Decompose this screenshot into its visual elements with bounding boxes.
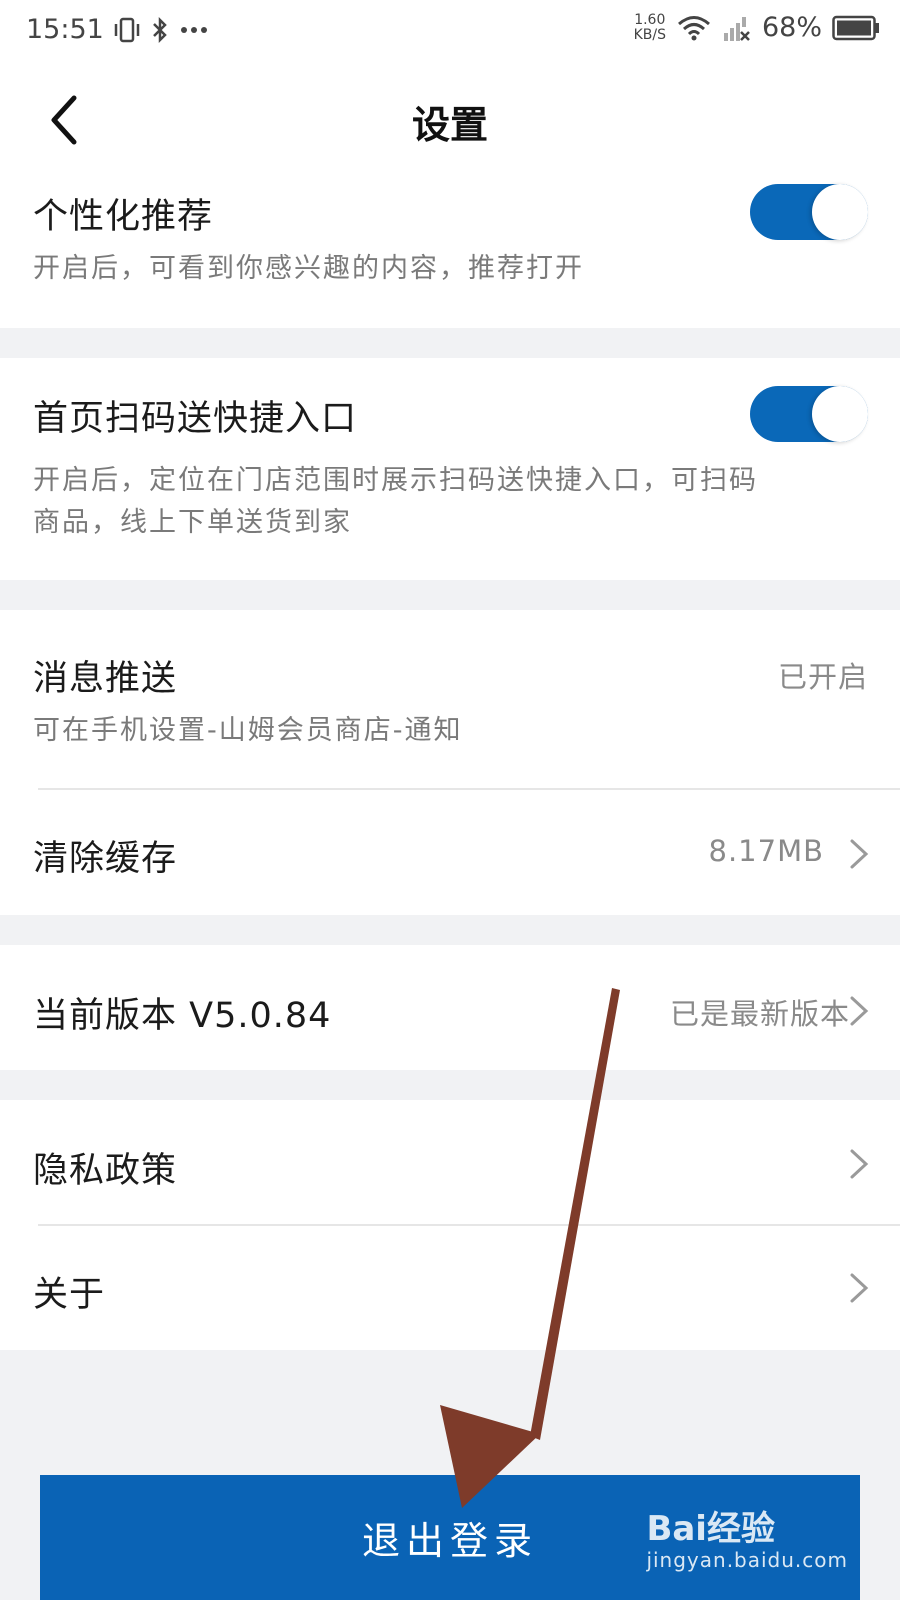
setting-current-version[interactable]: 当前版本 V5.0.84 已是最新版本 bbox=[0, 945, 900, 1070]
signal-off-icon bbox=[723, 16, 750, 41]
version-status: 已是最新版本 bbox=[669, 997, 850, 1031]
network-speed-unit: KB/S bbox=[633, 26, 666, 43]
cache-size: 8.17MB bbox=[708, 834, 824, 868]
setting-message-push[interactable]: 消息推送 可在手机设置-山姆会员商店-通知 已开启 bbox=[0, 610, 900, 788]
page-title: 设置 bbox=[411, 103, 488, 147]
settings-group-legal: 隐私政策 关于 bbox=[0, 1100, 900, 1350]
setting-about[interactable]: 关于 bbox=[0, 1226, 900, 1350]
scan-shortcut-description-line2: 商品，线上下单送货到家 bbox=[33, 507, 352, 538]
battery-percent: 68% bbox=[761, 12, 822, 43]
scan-shortcut-description-line1: 开启后，定位在门店范围时展示扫码送快捷入口，可扫码 bbox=[33, 465, 758, 496]
status-time: 15:51 bbox=[26, 14, 104, 45]
personalized-toggle[interactable] bbox=[750, 184, 868, 240]
chevron-right-icon bbox=[850, 1149, 869, 1179]
clear-cache-title: 清除缓存 bbox=[33, 839, 178, 879]
about-title: 关于 bbox=[33, 1275, 106, 1315]
setting-clear-cache[interactable]: 清除缓存 8.17MB bbox=[0, 790, 900, 915]
toggle-knob bbox=[812, 184, 868, 240]
message-push-title: 消息推送 bbox=[33, 659, 178, 699]
status-right: 1.60 KB/S 68% bbox=[634, 12, 880, 43]
setting-personalized-recommendation: 个性化推荐 开启后，可看到你感兴趣的内容，推荐打开 bbox=[0, 174, 900, 328]
message-push-description: 可在手机设置-山姆会员商店-通知 bbox=[33, 715, 463, 746]
network-speed: 1.60 KB/S bbox=[633, 11, 666, 43]
setting-privacy-policy[interactable]: 隐私政策 bbox=[0, 1100, 900, 1224]
scan-shortcut-title: 首页扫码送快捷入口 bbox=[33, 399, 358, 439]
chevron-right-icon bbox=[850, 1273, 869, 1303]
version-title: 当前版本 V5.0.84 bbox=[33, 996, 332, 1036]
status-bar: 15:51 1.60 KB/S 68% bbox=[0, 0, 900, 64]
vibrate-icon bbox=[114, 17, 140, 42]
chevron-right-icon bbox=[850, 839, 869, 869]
toggle-knob bbox=[812, 386, 868, 442]
settings-group-notifications: 消息推送 可在手机设置-山姆会员商店-通知 已开启 清除缓存 8.17MB bbox=[0, 610, 900, 915]
scan-shortcut-toggle[interactable] bbox=[750, 386, 868, 442]
network-speed-value: 1.60 bbox=[634, 11, 666, 28]
status-left: 15:51 bbox=[26, 14, 208, 45]
personalized-title: 个性化推荐 bbox=[33, 197, 214, 237]
logout-label: 退出登录 bbox=[361, 1519, 538, 1563]
baidu-jingyan-watermark: Bai经验 jingyan.baidu.com bbox=[646, 1510, 848, 1572]
bluetooth-icon bbox=[152, 16, 167, 43]
watermark-url: jingyan.baidu.com bbox=[646, 1548, 848, 1572]
watermark-brand: Bai经验 bbox=[646, 1509, 775, 1549]
setting-scan-shortcut: 首页扫码送快捷入口 开启后，定位在门店范围时展示扫码送快捷入口，可扫码 商品，线… bbox=[0, 358, 900, 580]
chevron-right-icon bbox=[850, 996, 869, 1026]
more-dots-icon bbox=[180, 26, 207, 33]
wifi-icon bbox=[678, 15, 710, 40]
navigation-bar: 设置 bbox=[0, 64, 900, 174]
message-push-status: 已开启 bbox=[777, 660, 868, 694]
privacy-policy-title: 隐私政策 bbox=[33, 1151, 178, 1191]
battery-icon bbox=[832, 15, 879, 40]
personalized-description: 开启后，可看到你感兴趣的内容，推荐打开 bbox=[33, 253, 584, 284]
